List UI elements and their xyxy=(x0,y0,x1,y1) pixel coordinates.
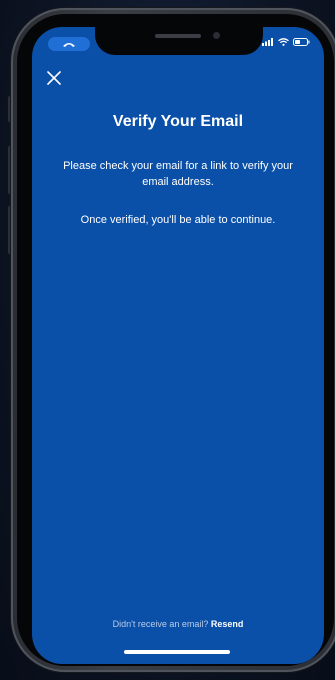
resend-link[interactable]: Resend xyxy=(211,619,244,629)
front-camera xyxy=(213,32,220,39)
notch xyxy=(95,27,263,55)
signal-icon xyxy=(262,38,273,46)
phone-handset-icon xyxy=(63,43,75,47)
status-icons xyxy=(262,38,310,46)
device-mockup-background: Verify Your Email Please check your emai… xyxy=(0,0,335,680)
earpiece-speaker xyxy=(155,34,201,38)
close-icon xyxy=(47,71,61,85)
close-button[interactable] xyxy=(43,67,65,89)
resend-prompt: Didn't receive an email? Resend xyxy=(32,619,324,629)
page-title: Verify Your Email xyxy=(112,113,244,130)
wifi-icon xyxy=(278,38,289,46)
app-screen: Verify Your Email Please check your emai… xyxy=(32,27,324,664)
battery-icon xyxy=(293,38,310,46)
active-call-indicator[interactable] xyxy=(48,37,90,51)
home-indicator[interactable] xyxy=(124,650,230,654)
verify-instructions: Please check your email for a link to ve… xyxy=(63,160,293,188)
resend-prompt-text: Didn't receive an email? xyxy=(112,619,209,629)
continue-instructions: Once verified, you'll be able to continu… xyxy=(80,214,276,226)
